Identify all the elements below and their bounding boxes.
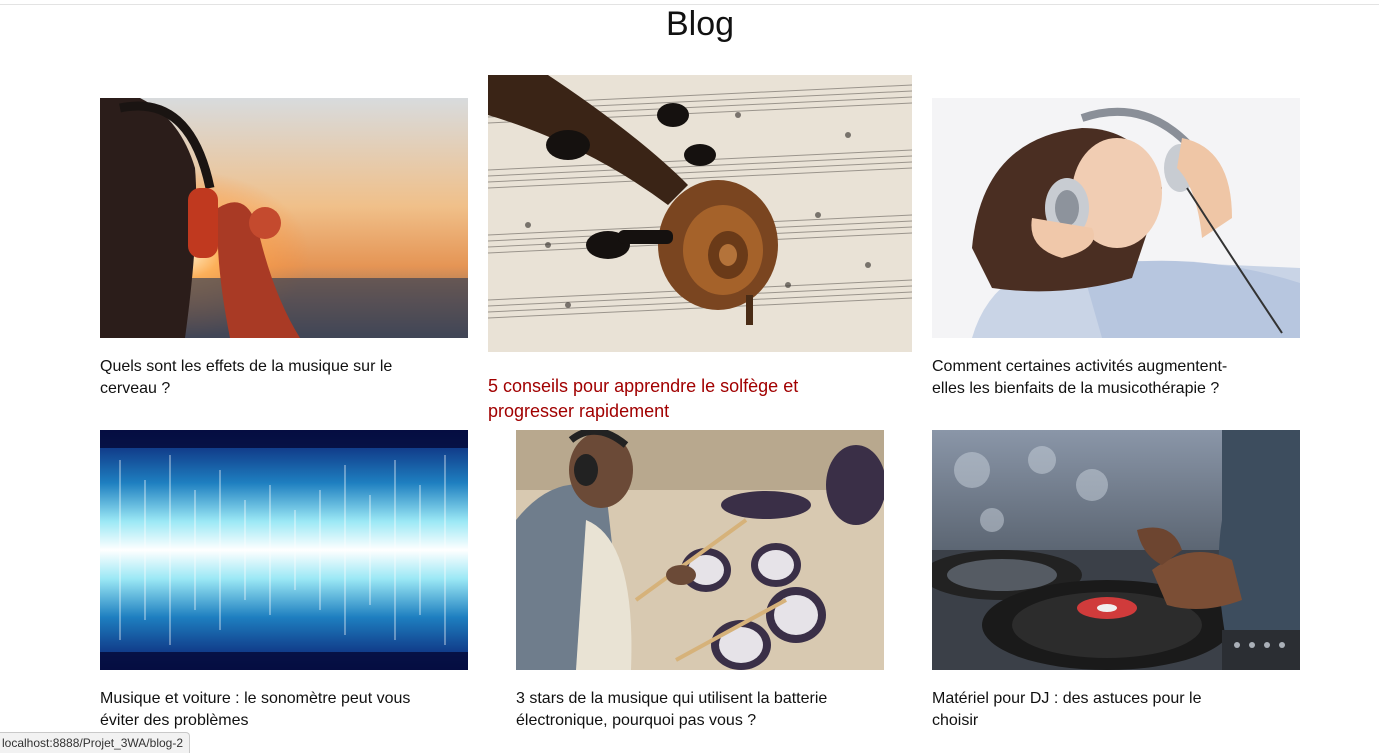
blog-card[interactable]: Musique et voiture : le sonomètre peut v… xyxy=(100,430,468,732)
blog-card-hovered[interactable]: 5 conseils pour apprendre le solfège et … xyxy=(488,75,912,424)
blog-card[interactable]: Matériel pour DJ : des astuces pour le c… xyxy=(932,430,1300,732)
blog-card[interactable]: 3 stars de la musique qui utilisent la b… xyxy=(516,430,884,732)
post-thumbnail-image[interactable] xyxy=(100,98,468,338)
post-thumbnail-image[interactable] xyxy=(488,75,912,352)
blog-card[interactable]: Comment certaines activités augmentent-e… xyxy=(932,98,1300,400)
post-title[interactable]: Quels sont les effets de la musique sur … xyxy=(100,356,420,400)
post-title[interactable]: Comment certaines activités augmentent-e… xyxy=(932,356,1252,400)
page-title: Blog xyxy=(665,5,735,43)
post-thumbnail-image[interactable] xyxy=(932,98,1300,338)
post-title[interactable]: 5 conseils pour apprendre le solfège et … xyxy=(488,374,838,424)
post-thumbnail-image[interactable] xyxy=(516,430,884,670)
post-thumbnail-image[interactable] xyxy=(100,430,468,670)
post-thumbnail-image[interactable] xyxy=(932,430,1300,670)
blog-card[interactable]: Quels sont les effets de la musique sur … xyxy=(100,98,468,400)
post-title[interactable]: Musique et voiture : le sonomètre peut v… xyxy=(100,688,420,732)
post-title[interactable]: Matériel pour DJ : des astuces pour le c… xyxy=(932,688,1252,732)
post-title[interactable]: 3 stars de la musique qui utilisent la b… xyxy=(516,688,836,732)
status-bar-url: localhost:8888/Projet_3WA/blog-2 xyxy=(0,732,190,753)
